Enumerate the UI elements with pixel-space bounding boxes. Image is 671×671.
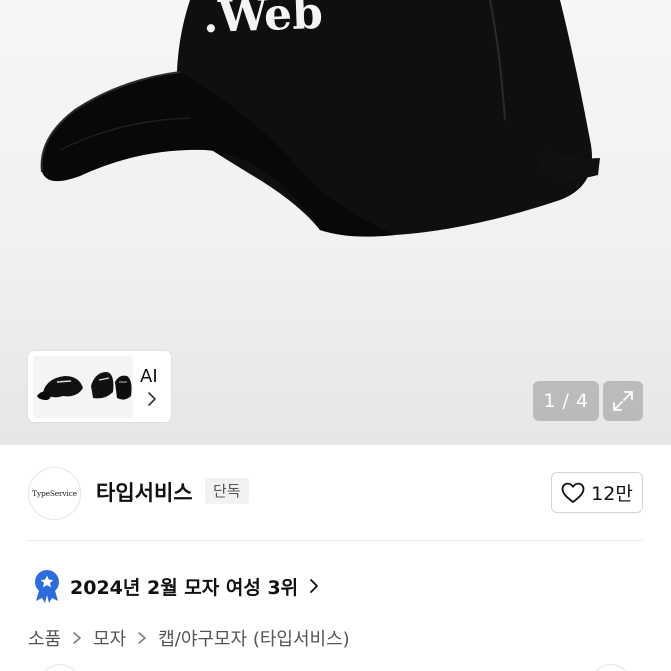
like-button[interactable]: 12만 <box>551 472 643 513</box>
ai-similar-items-card[interactable]: AI <box>28 351 171 422</box>
bottom-action-button-left[interactable] <box>40 664 80 671</box>
ai-label: AI <box>140 366 158 387</box>
seller-row: TypeService 타입서비스 단독 12만 <box>0 445 671 540</box>
breadcrumb-item-accessories[interactable]: 소품 <box>28 625 61 651</box>
breadcrumb-item-caps[interactable]: 캡/야구모자 (타입서비스) <box>158 625 349 651</box>
chevron-right-icon <box>310 579 319 593</box>
cap-logo-text: .Web <box>202 0 324 43</box>
seller-logo-text: TypeService <box>32 489 77 498</box>
exclusive-badge: 단독 <box>205 478 249 504</box>
seller-logo[interactable]: TypeService <box>28 467 81 520</box>
ranking-text: 2024년 2월 모자 여성 3위 <box>70 576 299 599</box>
chevron-right-icon <box>138 632 146 644</box>
expand-icon <box>613 391 633 411</box>
like-count: 12만 <box>591 483 633 505</box>
image-page-counter: 1 / 4 <box>533 381 599 421</box>
divider <box>28 540 643 541</box>
product-image-gallery[interactable]: .Web AI 1 / 4 <box>0 0 671 445</box>
chevron-right-icon <box>73 632 81 644</box>
seller-name[interactable]: 타입서비스 <box>96 477 193 507</box>
expand-image-button[interactable] <box>603 381 643 421</box>
bottom-action-button-right[interactable] <box>591 664 631 671</box>
ranking-link[interactable]: 2024년 2월 모자 여성 3위 <box>28 568 322 604</box>
chevron-right-icon <box>148 392 156 406</box>
ai-thumbnail <box>33 356 133 418</box>
ranking-badge-icon <box>35 570 59 603</box>
heart-icon <box>561 482 585 503</box>
breadcrumb-item-hats[interactable]: 모자 <box>93 625 126 651</box>
breadcrumb: 소품 모자 캡/야구모자 (타입서비스) <box>28 624 350 652</box>
